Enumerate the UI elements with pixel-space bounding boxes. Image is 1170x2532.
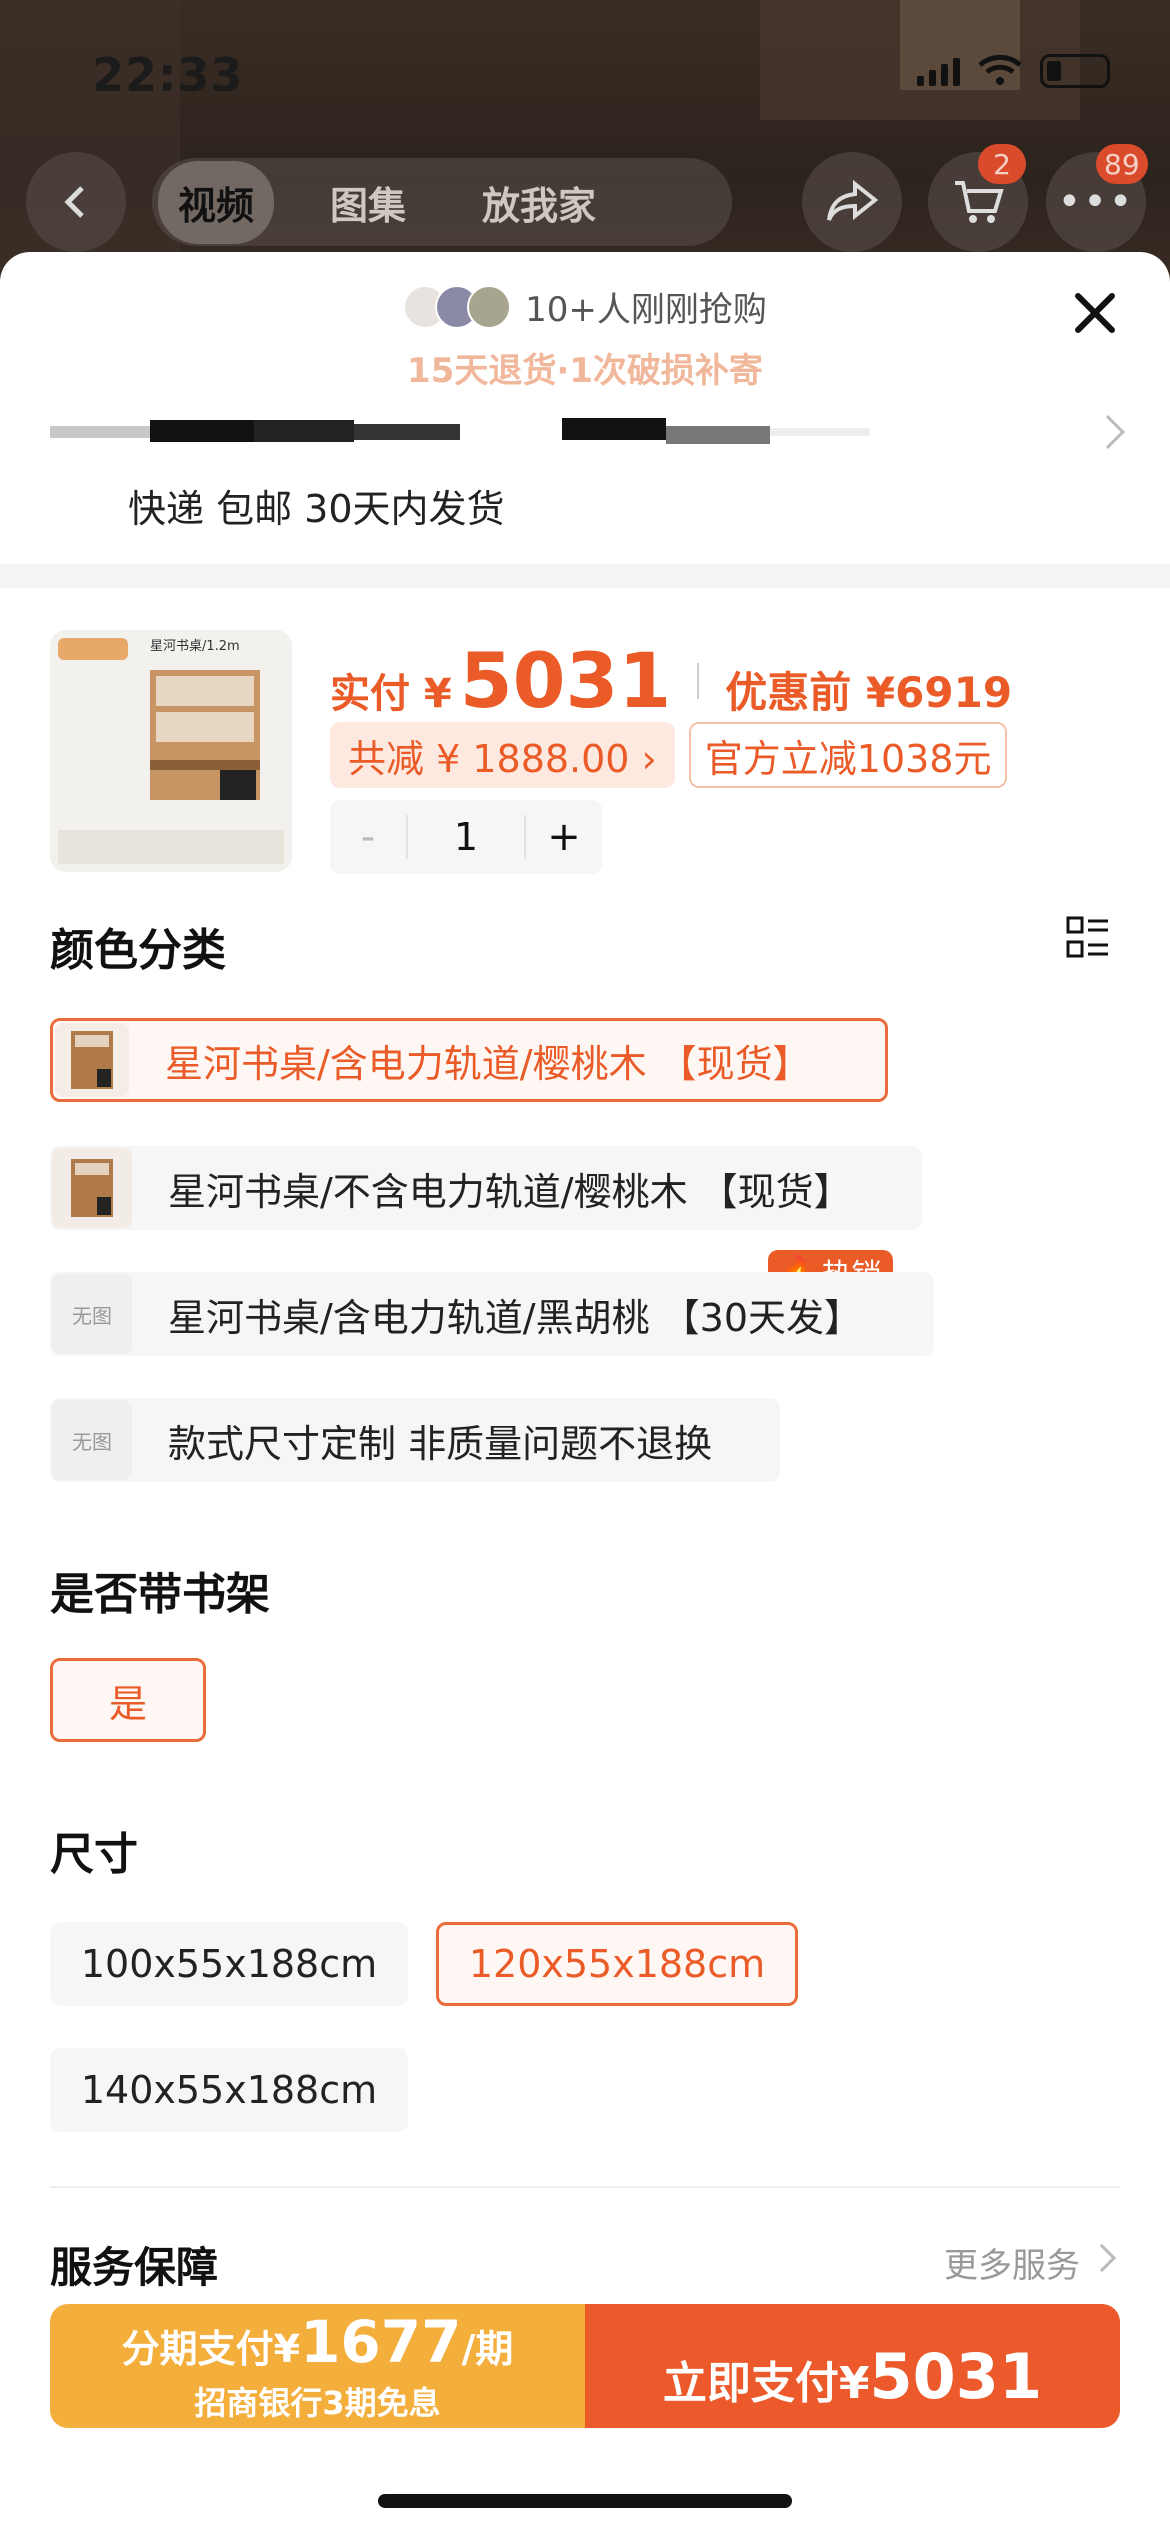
back-button[interactable] [26,152,126,252]
sku-sheet: 10+人刚刚抢购 15天退货·1次破损补寄 快递 包邮 30天内发货 星河书桌/… [0,252,1170,2532]
decrease-button[interactable]: - [330,814,406,860]
quantity-value[interactable]: 1 [406,815,526,859]
installment-pay-button[interactable]: 分期支付¥ 1677 /期 招商银行3期免息 [50,2304,585,2428]
home-indicator [378,2494,792,2508]
tab-place-home[interactable]: 放我家 [462,161,616,244]
cart-badge: 2 [978,144,1026,184]
desk-icon [71,1159,113,1217]
signal-icon [917,56,960,86]
price-separator [697,662,700,699]
section-divider [0,564,1170,588]
installment-suffix: /期 [461,2327,514,2371]
size-option[interactable]: 120x55x188cm [436,1922,798,2006]
shelf-section-title: 是否带书架 [50,1569,270,1620]
original-price: 优惠前 ¥6919 [725,668,1013,717]
installment-amount: 1677 [300,2308,462,2376]
wifi-icon [978,55,1022,85]
media-tabs: 视频 图集 放我家 [152,158,732,246]
divider [50,2186,1120,2188]
pay-now-amount: 5031 [869,2340,1043,2413]
more-services-link[interactable]: 更多服务 [944,2238,1080,2287]
tab-gallery[interactable]: 图集 [310,161,426,244]
installment-note: 招商银行3期免息 [194,2384,441,2422]
discount-row: 共减 ¥ 1888.00 › 官方立减1038元 [330,722,1008,788]
desk-image: 星河书桌/1.2m [50,630,292,872]
option-thumbnail [52,1148,132,1228]
quantity-stepper: - 1 + [330,800,602,874]
address-row[interactable] [50,412,1125,472]
battery-icon [1040,54,1110,88]
status-time: 22:33 [92,48,244,102]
more-badge: 89 [1096,144,1148,184]
close-button[interactable] [1070,288,1120,338]
product-summary: 星河书桌/1.2m 实付 ¥ 5031 优惠前 ¥6919 共减 ¥ 1888.… [50,630,1120,880]
color-option[interactable]: 星河书桌/含电力轨道/樱桃木 【现货】 [50,1018,888,1102]
tab-video[interactable]: 视频 [158,160,275,244]
color-option[interactable]: 星河书桌/不含电力轨道/樱桃木 【现货】 [50,1146,922,1230]
share-icon [827,180,879,221]
color-section-title: 颜色分类 [50,925,226,976]
status-icons [917,54,1110,88]
size-section-title: 尺寸 [50,1829,138,1880]
chevron-right-icon [1091,415,1125,449]
color-option[interactable]: 无图 星河书桌/含电力轨道/黑胡桃 【30天发】 [50,1272,934,1356]
bottom-action-bar: 分期支付¥ 1677 /期 招商银行3期免息 立即支付¥ 5031 [50,2304,1120,2428]
cart-icon [955,181,1004,223]
list-view-icon[interactable] [1066,916,1110,960]
installment-amount-line: 分期支付¥ 1677 /期 [122,2308,514,2376]
increase-button[interactable]: + [526,814,602,860]
option-label: 星河书桌/含电力轨道/樱桃木 【现货】 [165,1041,811,1086]
option-label: 星河书桌/含电力轨道/黑胡桃 【30天发】 [168,1295,863,1340]
product-thumbnail[interactable]: 星河书桌/1.2m [50,630,292,872]
total-discount-chip[interactable]: 共减 ¥ 1888.00 › [330,722,675,788]
cart-button[interactable]: 2 [928,144,1028,252]
option-label: 星河书桌/不含电力轨道/樱桃木 【现货】 [168,1169,852,1214]
final-price: 5031 [459,636,672,725]
more-button[interactable]: ••• 89 [1046,144,1148,252]
price-line: 实付 ¥ 5031 优惠前 ¥6919 [330,636,1012,725]
official-discount-chip: 官方立减1038元 [688,722,1008,788]
shipping-info: 快递 包邮 30天内发货 [128,487,505,531]
size-option[interactable]: 100x55x188cm [50,1922,408,2006]
service-row[interactable]: 服务保障 更多服务 [50,2234,1120,2294]
no-image-placeholder: 无图 [52,1274,132,1354]
chevron-right-icon [1087,2243,1117,2273]
desk-icon [71,1031,113,1089]
size-option[interactable]: 140x55x188cm [50,2048,408,2132]
color-option[interactable]: 无图 款式尺寸定制 非质量问题不退换 [50,1398,780,1482]
option-label: 款式尺寸定制 非质量问题不退换 [168,1421,713,1466]
more-dots-icon: ••• [1057,179,1135,225]
buyers-text: 10+人刚刚抢购 [525,290,767,330]
share-button[interactable] [802,152,902,252]
thumb-title: 星河书桌/1.2m [150,639,240,654]
shelf-option-yes[interactable]: 是 [50,1658,206,1742]
option-thumbnail [55,1023,129,1097]
redacted-address [50,426,150,438]
buyer-avatars [403,284,512,329]
service-title: 服务保障 [50,2243,219,2292]
avatar [467,284,512,329]
return-guarantee: 15天退货·1次破损补寄 [407,350,763,391]
chevron-left-icon [64,186,84,218]
no-image-placeholder: 无图 [52,1400,132,1480]
pay-now-prefix: 立即支付¥ [662,2358,870,2409]
recent-buyers: 10+人刚刚抢购 15天退货·1次破损补寄 [0,282,1170,392]
final-price-label: 实付 ¥ [330,671,452,717]
pay-now-button[interactable]: 立即支付¥ 5031 [585,2304,1120,2428]
top-nav: 视频 图集 放我家 2 ••• 89 [0,144,1170,252]
installment-prefix: 分期支付¥ [121,2327,301,2371]
